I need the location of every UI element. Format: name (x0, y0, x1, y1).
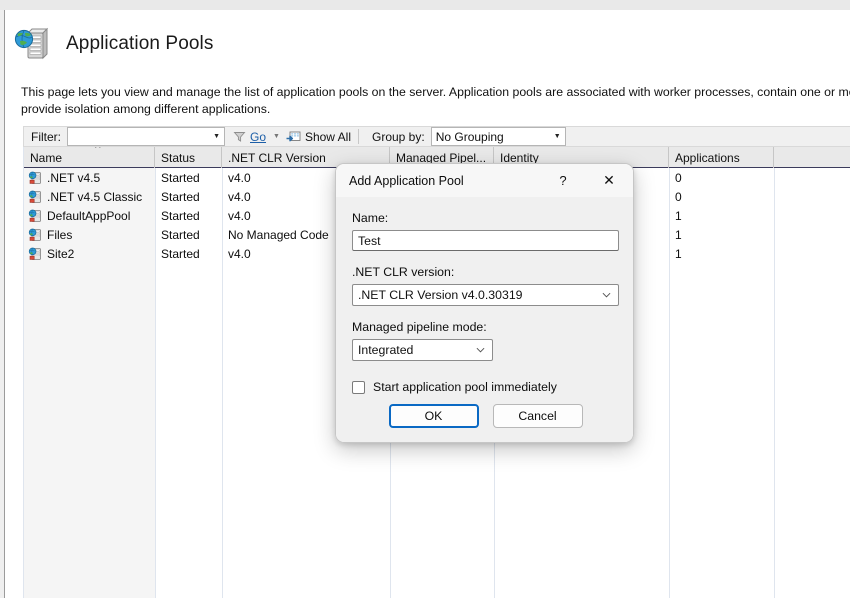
table-cell: Started (161, 189, 200, 204)
start-immediately-label: Start application pool immediately (373, 380, 557, 394)
pipeline-mode-label: Managed pipeline mode: (352, 320, 487, 334)
grid-column-divider (669, 168, 670, 598)
grid-column-header-label: .NET CLR Version (228, 150, 326, 165)
grid-column-divider (222, 168, 223, 598)
show-all-icon (286, 130, 301, 143)
page-title: Application Pools (66, 33, 214, 54)
grid-column-divider (774, 168, 775, 598)
pipeline-mode-value: Integrated (358, 343, 414, 357)
group-by-select[interactable]: No Grouping ▼ (430, 127, 566, 146)
group-by-value: No Grouping (435, 129, 504, 144)
pipeline-mode-select[interactable]: Integrated (352, 339, 493, 361)
application-pools-icon (14, 27, 49, 61)
page-description: This page lets you view and manage the l… (21, 85, 850, 116)
page-content: Application Pools This page lets you vie… (6, 10, 850, 598)
go-dropdown-icon[interactable]: ▼ (273, 133, 280, 140)
dialog-title-bar: Add Application Pool ? ✕ (336, 164, 633, 197)
table-cell: DefaultAppPool (24, 206, 155, 225)
table-cell: .NET v4.5 Classic (24, 187, 155, 206)
dialog-body: Name: .NET CLR version: .NET CLR Version… (336, 197, 633, 442)
window-top-strip (0, 0, 850, 10)
filter-dropdown-icon[interactable]: ▼ (213, 128, 220, 145)
table-cell: 1 (675, 208, 682, 223)
table-cell: 0 (675, 170, 682, 185)
app-pool-icon (28, 171, 42, 185)
app-pool-icon (28, 209, 42, 223)
grid-column-header[interactable]: Status (155, 147, 222, 168)
chevron-down-icon (476, 347, 485, 353)
chevron-down-icon (602, 292, 611, 298)
grid-column-header-label: Status (161, 150, 196, 165)
funnel-icon (233, 130, 246, 143)
go-link[interactable]: Go (250, 130, 266, 144)
name-field-label: Name: (352, 211, 389, 225)
page-header: Application Pools (14, 22, 213, 66)
close-icon[interactable]: ✕ (591, 164, 627, 197)
start-immediately-checkbox[interactable] (352, 380, 365, 394)
app-pool-icon (28, 228, 42, 242)
ok-button[interactable]: OK (388, 404, 479, 428)
grid-column-divider (155, 168, 156, 598)
filter-toolbar: Filter: ▼ Go ▼ Show All Group by: No Gro… (23, 126, 850, 147)
app-pool-name: .NET v4.5 Classic (47, 189, 143, 204)
app-pool-name: DefaultAppPool (47, 208, 131, 223)
app-pool-name: Site2 (47, 246, 75, 261)
table-cell: .NET v4.5 (24, 168, 155, 187)
table-cell: Site2 (24, 244, 155, 263)
table-cell: 1 (675, 246, 682, 261)
grid-column-header[interactable]: Name ⌃ (24, 147, 155, 168)
grid-column-header-label: Name (30, 150, 63, 165)
name-input[interactable] (352, 230, 619, 251)
toolbar-divider (357, 129, 359, 144)
app-pool-icon (28, 247, 42, 261)
grid-column-header[interactable]: Applications (669, 147, 774, 168)
table-cell: Started (161, 170, 200, 185)
clr-version-value: .NET CLR Version v4.0.30319 (358, 288, 523, 302)
group-by-chevron-icon[interactable]: ▼ (554, 128, 561, 145)
dialog-button-row: OK Cancel (336, 404, 633, 428)
sort-ascending-icon: ⌃ (92, 147, 104, 154)
help-icon[interactable]: ? (550, 164, 576, 197)
app-pool-icon (28, 190, 42, 204)
cancel-button[interactable]: Cancel (492, 404, 583, 428)
clr-version-label: .NET CLR version: (352, 265, 455, 279)
app-pool-name: Files (47, 227, 73, 242)
filter-input-wrap[interactable]: ▼ (67, 127, 225, 146)
filter-label: Filter: (31, 129, 61, 144)
table-cell: Started (161, 246, 200, 261)
table-cell: Started (161, 227, 200, 242)
start-immediately-row[interactable]: Start application pool immediately (352, 380, 617, 394)
table-cell: Files (24, 225, 155, 244)
window-left-border (0, 10, 5, 598)
grid-column-header-label: Applications (675, 150, 740, 165)
table-cell: 0 (675, 189, 682, 204)
table-cell: 1 (675, 227, 682, 242)
show-all-label[interactable]: Show All (305, 130, 351, 144)
dialog-title: Add Application Pool (349, 173, 464, 188)
table-cell: Started (161, 208, 200, 223)
add-application-pool-dialog: Add Application Pool ? ✕ Name: .NET CLR … (335, 163, 634, 443)
clr-version-select[interactable]: .NET CLR Version v4.0.30319 (352, 284, 619, 306)
app-pool-name: .NET v4.5 (47, 170, 101, 185)
application-pools-page: Application Pools This page lets you vie… (0, 0, 850, 598)
group-by-label: Group by: (371, 129, 425, 144)
filter-input[interactable] (68, 129, 204, 144)
